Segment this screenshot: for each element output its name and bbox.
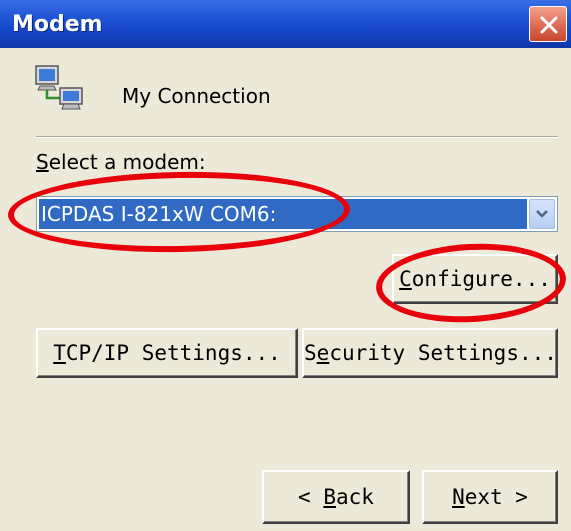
separator (36, 136, 558, 138)
close-icon (540, 16, 558, 34)
title-bar: Modem (0, 0, 571, 48)
annotation-circle-configure (374, 239, 568, 327)
annotation-circle-modem (7, 169, 351, 255)
tcpip-settings-button[interactable]: TCP/IP Settings... (36, 328, 298, 378)
select-modem-label: Select a modem: (36, 150, 206, 174)
dropdown-arrow-icon (536, 210, 548, 218)
back-button[interactable]: < Back (262, 470, 410, 524)
connection-icon (35, 65, 83, 110)
modem-dropdown-button[interactable] (529, 199, 555, 229)
connection-name: My Connection (122, 84, 271, 108)
close-button[interactable] (529, 6, 567, 42)
security-settings-button[interactable]: Security Settings... (302, 328, 558, 378)
next-button[interactable]: Next > (422, 470, 558, 524)
window-title: Modem (12, 12, 103, 37)
